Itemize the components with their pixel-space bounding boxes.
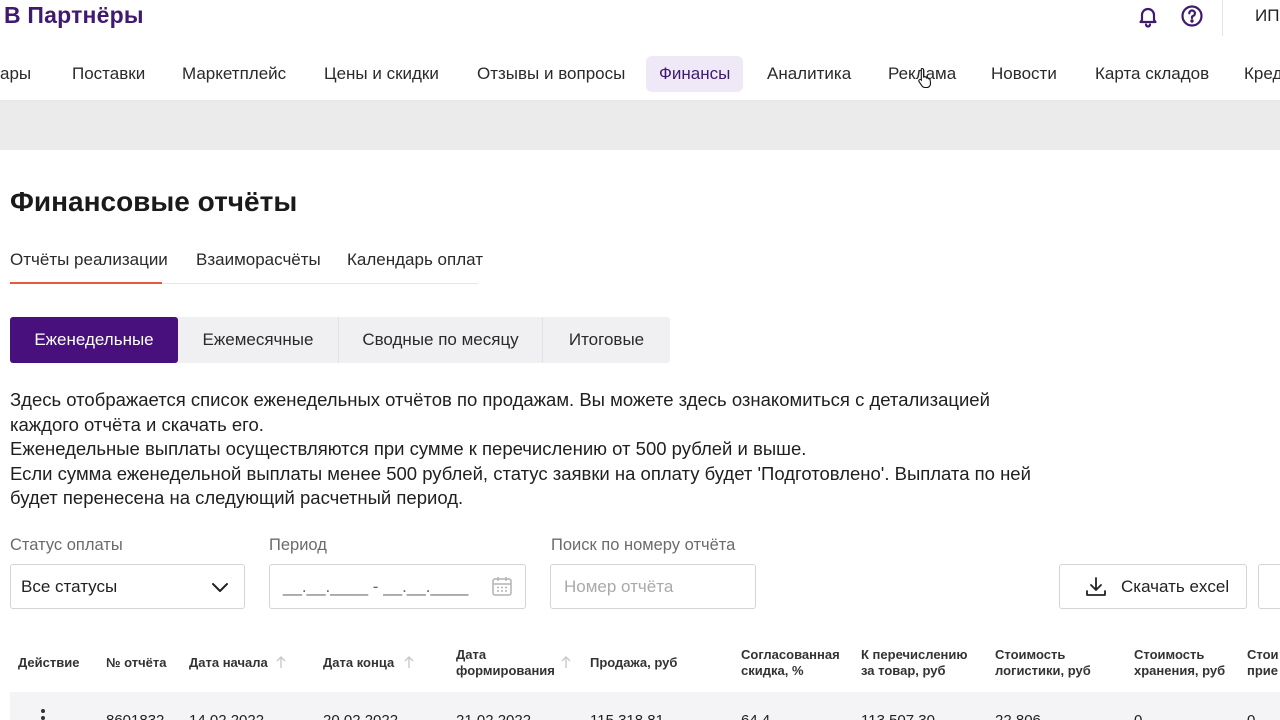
description-line: каждого отчёта и скачать его. bbox=[10, 413, 264, 435]
brand-title[interactable]: В Партнёры bbox=[4, 2, 144, 29]
column-header-formation-date[interactable]: Дата формирования bbox=[456, 647, 555, 679]
more-actions-icon[interactable] bbox=[40, 708, 46, 720]
cell-end-date: 20.02.2022 bbox=[323, 712, 398, 720]
main-nav: ары Поставки Маркетплейс Цены и скидки О… bbox=[0, 54, 1280, 96]
top-divider bbox=[1222, 0, 1223, 36]
period-segmented-control: Еженедельные Ежемесячные Сводные по меся… bbox=[10, 317, 670, 363]
nav-item-supplies[interactable]: Поставки bbox=[59, 56, 158, 92]
download-icon bbox=[1086, 577, 1106, 596]
cell-discount: 64,4 bbox=[741, 712, 770, 720]
nav-item-analytics[interactable]: Аналитика bbox=[754, 56, 864, 92]
report-number-input[interactable]: Номер отчёта bbox=[550, 564, 756, 609]
column-header-storage: Стоимость хранения, руб bbox=[1134, 647, 1226, 678]
nav-item-goods[interactable]: ары bbox=[0, 56, 44, 92]
status-select-value: Все статусы bbox=[21, 577, 118, 596]
table-header: Действие № отчёта Дата начала Дата конца… bbox=[0, 636, 1280, 692]
cell-sales: 115 318,81 bbox=[590, 712, 664, 720]
description-line: Здесь отображается список еженедельных о… bbox=[10, 389, 990, 410]
download-excel-button[interactable]: Скачать excel bbox=[1059, 564, 1247, 609]
sort-arrow-icon[interactable] bbox=[560, 655, 572, 669]
cell-storage: 0 bbox=[1134, 712, 1142, 720]
tab-sales-reports[interactable]: Отчёты реализации bbox=[10, 250, 168, 270]
description-line: будет перенесена на следующий расчетный … bbox=[10, 487, 464, 509]
column-header-sales: Продажа, руб bbox=[590, 655, 678, 670]
description-line: Если сумма еженедельной выплаты менее 50… bbox=[10, 462, 1031, 484]
page-title: Финансовые отчёты bbox=[10, 186, 298, 217]
nav-item-news[interactable]: Новости bbox=[978, 56, 1070, 92]
tab-settlements[interactable]: Взаиморасчёты bbox=[196, 250, 321, 270]
period-filter-label: Период bbox=[269, 536, 327, 554]
sort-arrow-icon[interactable] bbox=[403, 655, 415, 669]
nav-item-prices[interactable]: Цены и скидки bbox=[311, 56, 452, 92]
segment-totals[interactable]: Итоговые bbox=[543, 317, 670, 363]
segment-monthly[interactable]: Ежемесячные bbox=[178, 317, 339, 363]
cell-logistics: 22 806 bbox=[995, 712, 1041, 720]
nav-item-credit[interactable]: Кред bbox=[1231, 56, 1280, 92]
nav-item-reviews[interactable]: Отзывы и вопросы bbox=[464, 56, 638, 92]
report-number-placeholder: Номер отчёта bbox=[564, 577, 674, 596]
search-filter-label: Поиск по номеру отчёта bbox=[551, 536, 736, 554]
segment-monthly-summary[interactable]: Сводные по месяцу bbox=[339, 317, 543, 363]
cell-report-number[interactable]: 8601832 bbox=[106, 712, 164, 720]
column-header-start-date[interactable]: Дата начала bbox=[189, 655, 268, 671]
active-tab-underline bbox=[10, 282, 162, 284]
nav-item-warehouse-map[interactable]: Карта складов bbox=[1082, 56, 1222, 92]
nav-item-finance[interactable]: Финансы bbox=[646, 56, 744, 92]
sort-arrow-icon[interactable] bbox=[275, 655, 287, 669]
bell-icon[interactable] bbox=[1136, 4, 1160, 28]
period-input-placeholder: __.__.____ - __.__.____ bbox=[283, 577, 469, 596]
cell-acceptance: 0 bbox=[1247, 712, 1255, 720]
column-header-logistics: Стоимость логистики, руб bbox=[995, 647, 1091, 678]
column-header-discount: Согласованная скидка, % bbox=[741, 647, 840, 678]
secondary-action-button[interactable] bbox=[1258, 564, 1280, 609]
top-bar: В Партнёры ИП bbox=[0, 0, 1280, 36]
column-header-payout: К перечислению за товар, руб bbox=[861, 647, 968, 678]
user-name[interactable]: ИП bbox=[1255, 6, 1279, 26]
nav-item-marketplace[interactable]: Маркетплейс bbox=[169, 56, 299, 92]
cell-start-date: 14.02.2022 bbox=[189, 712, 264, 720]
download-excel-label: Скачать excel bbox=[1121, 577, 1230, 596]
calendar-icon[interactable] bbox=[491, 575, 513, 597]
column-header-acceptance: Стои прие bbox=[1247, 647, 1279, 678]
column-header-action: Действие bbox=[18, 655, 80, 670]
report-subtabs: Отчёты реализации Взаиморасчёты Календар… bbox=[10, 248, 483, 284]
mouse-cursor-icon bbox=[918, 67, 932, 89]
column-header-report-number: № отчёта bbox=[106, 655, 167, 670]
column-header-end-date[interactable]: Дата конца bbox=[323, 655, 394, 671]
segment-weekly[interactable]: Еженедельные bbox=[10, 317, 178, 363]
cell-formation-date: 21.02.2022 bbox=[456, 712, 531, 720]
status-select[interactable]: Все статусы bbox=[10, 564, 245, 609]
status-filter-label: Статус оплаты bbox=[10, 536, 123, 554]
notice-band bbox=[0, 102, 1280, 150]
description-line: Еженедельные выплаты осуществляются при … bbox=[10, 438, 807, 460]
tab-payment-calendar[interactable]: Календарь оплат bbox=[347, 250, 483, 270]
description-text: Здесь отображается список еженедельных о… bbox=[10, 388, 1070, 511]
cell-payout: 113 507,30 bbox=[861, 712, 935, 720]
help-icon[interactable] bbox=[1180, 4, 1204, 28]
chevron-down-icon bbox=[212, 583, 228, 592]
period-input[interactable]: __.__.____ - __.__.____ bbox=[269, 564, 526, 609]
